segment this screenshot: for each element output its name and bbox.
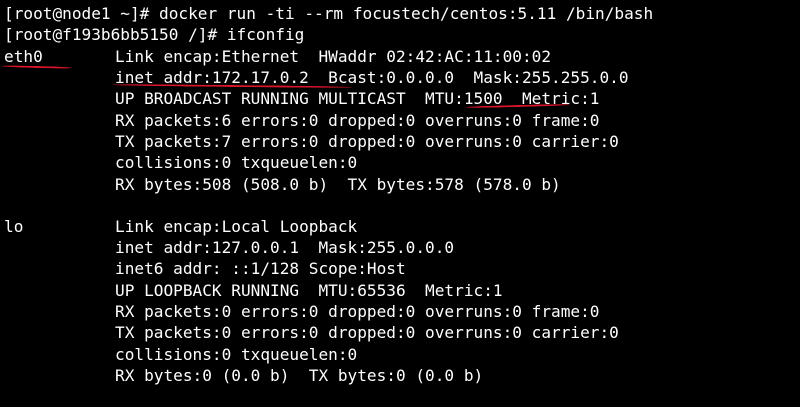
eth0-line-1: eth0 Link encap:Ethernet HWaddr 02:42:AC…: [4, 46, 551, 67]
eth0-line-3: UP BROADCAST RUNNING MULTICAST MTU:1500 …: [4, 88, 599, 109]
scrolled-off-line: [0, 0, 800, 2]
lo-flags-mtu: UP LOOPBACK RUNNING MTU:65536 Metric:1: [115, 281, 503, 300]
interface-name-lo: lo: [4, 217, 24, 236]
terminal-window[interactable]: [root@node1 ~]# docker run -ti --rm focu…: [0, 0, 800, 407]
prompt-command-text: [root@node1 ~]# docker run -ti --rm focu…: [4, 4, 654, 23]
command-line-docker-run: [root@node1 ~]# docker run -ti --rm focu…: [4, 3, 653, 24]
lo-line-5: RX packets:0 errors:0 dropped:0 overruns…: [4, 301, 599, 322]
lo-line-7: collisions:0 txqueuelen:0: [4, 344, 357, 365]
lo-inet6-addr: inet6 addr: ::1/128 Scope:Host: [115, 259, 406, 278]
eth0-link-encap: Link encap:Ethernet HWaddr 02:42:AC:11:0…: [115, 47, 552, 66]
eth0-rx-tx-bytes: RX bytes:508 (508.0 b) TX bytes:578 (578…: [115, 175, 561, 194]
eth0-tx-packets: TX packets:7 errors:0 dropped:0 overruns…: [115, 132, 619, 151]
command-line-ifconfig: [root@f193b6bb5150 /]# ifconfig: [4, 24, 304, 45]
interface-name-eth0: eth0: [4, 47, 43, 66]
eth0-collisions: collisions:0 txqueuelen:0: [115, 153, 358, 172]
lo-rx-packets: RX packets:0 errors:0 dropped:0 overruns…: [115, 302, 600, 321]
lo-line-2: inet addr:127.0.0.1 Mask:255.0.0.0: [4, 237, 454, 258]
lo-line-3: inet6 addr: ::1/128 Scope:Host: [4, 258, 406, 279]
lo-line-1: lo Link encap:Local Loopback: [4, 216, 357, 237]
lo-line-8: RX bytes:0 (0.0 b) TX bytes:0 (0.0 b): [4, 365, 483, 386]
lo-collisions: collisions:0 txqueuelen:0: [115, 345, 358, 364]
eth0-line-2: inet addr:172.17.0.2 Bcast:0.0.0.0 Mask:…: [4, 67, 629, 88]
lo-rx-tx-bytes: RX bytes:0 (0.0 b) TX bytes:0 (0.0 b): [115, 366, 484, 385]
lo-line-6: TX packets:0 errors:0 dropped:0 overruns…: [4, 322, 619, 343]
eth0-line-4: RX packets:6 errors:0 dropped:0 overruns…: [4, 110, 599, 131]
eth0-rx-packets: RX packets:6 errors:0 dropped:0 overruns…: [115, 111, 600, 130]
prompt-command-text: [root@f193b6bb5150 /]# ifconfig: [4, 25, 305, 44]
lo-tx-packets: TX packets:0 errors:0 dropped:0 overruns…: [115, 323, 619, 342]
eth0-line-5: TX packets:7 errors:0 dropped:0 overruns…: [4, 131, 619, 152]
eth0-line-7: RX bytes:508 (508.0 b) TX bytes:578 (578…: [4, 174, 561, 195]
lo-link-encap: Link encap:Local Loopback: [115, 217, 358, 236]
eth0-line-6: collisions:0 txqueuelen:0: [4, 152, 357, 173]
lo-inet-addr: inet addr:127.0.0.1 Mask:255.0.0.0: [115, 238, 455, 257]
lo-line-4: UP LOOPBACK RUNNING MTU:65536 Metric:1: [4, 280, 503, 301]
